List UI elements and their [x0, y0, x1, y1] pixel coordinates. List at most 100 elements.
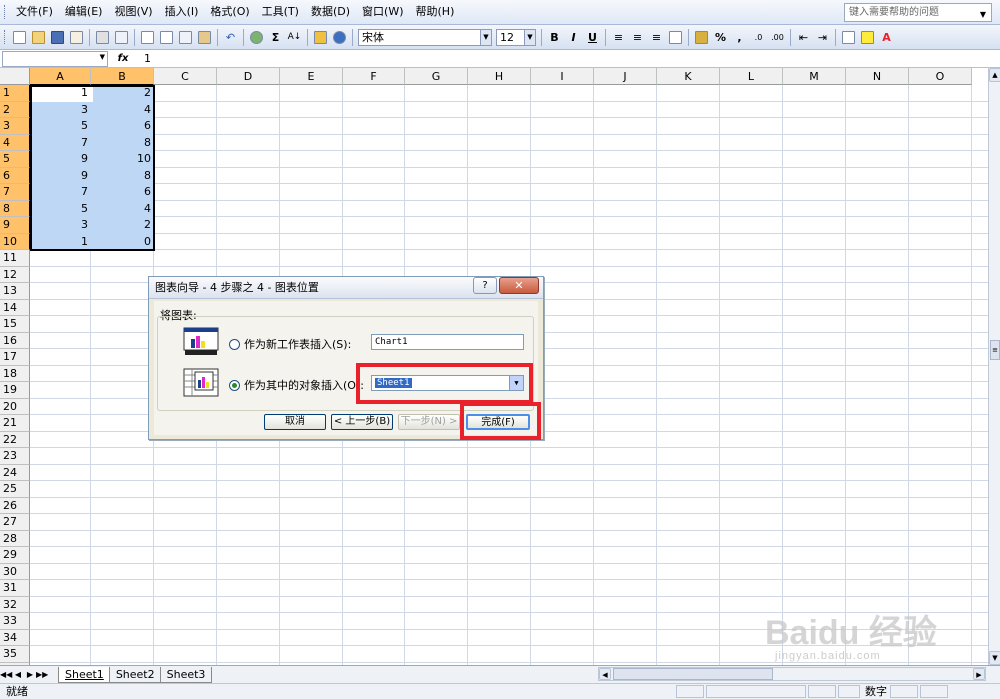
- row-header[interactable]: 26: [0, 497, 30, 514]
- copy-icon[interactable]: [177, 29, 194, 46]
- align-center-icon[interactable]: ≡: [629, 29, 646, 46]
- row-header[interactable]: 29: [0, 547, 30, 564]
- chevron-down-icon[interactable]: ▼: [100, 53, 105, 61]
- percent-button[interactable]: %: [712, 29, 729, 46]
- dialog-close-button[interactable]: ✕: [499, 277, 539, 294]
- help-icon[interactable]: [331, 29, 348, 46]
- bold-button[interactable]: B: [546, 29, 563, 46]
- borders-icon[interactable]: [840, 29, 857, 46]
- row-header[interactable]: 23: [0, 448, 30, 465]
- permission-icon[interactable]: [68, 29, 85, 46]
- menu-window[interactable]: 窗口(W): [356, 2, 409, 22]
- font-name-select[interactable]: 宋体 ▼: [358, 28, 492, 46]
- row-header[interactable]: 20: [0, 398, 30, 415]
- font-size-select[interactable]: 12 ▼: [496, 28, 536, 46]
- hyperlink-icon[interactable]: [248, 29, 265, 46]
- tab-sheet1[interactable]: Sheet1: [58, 666, 111, 683]
- option-object-label[interactable]: 作为其中的对象插入(O):: [244, 377, 364, 393]
- print-icon[interactable]: [94, 29, 111, 46]
- row-header[interactable]: 9: [0, 217, 30, 234]
- underline-button[interactable]: U: [584, 29, 601, 46]
- table-cell[interactable]: 8: [91, 135, 154, 151]
- row-header[interactable]: 4: [0, 134, 30, 151]
- row-header[interactable]: 27: [0, 514, 30, 531]
- new-sheet-name-input[interactable]: Chart1: [371, 334, 524, 350]
- table-cell[interactable]: 5: [30, 118, 91, 134]
- undo-icon[interactable]: ↶: [222, 29, 239, 46]
- decrease-decimal-icon[interactable]: .00: [769, 29, 786, 46]
- row-header[interactable]: 35: [0, 646, 30, 663]
- row-header[interactable]: 17: [0, 349, 30, 366]
- row-header[interactable]: 8: [0, 200, 30, 217]
- tab-sheet2[interactable]: Sheet2: [108, 666, 162, 683]
- menu-insert[interactable]: 插入(I): [159, 2, 205, 22]
- column-header[interactable]: A: [30, 68, 91, 85]
- vertical-scrollbar[interactable]: ▲ ≡ ▼: [988, 68, 1000, 665]
- row-header[interactable]: 19: [0, 382, 30, 399]
- paste-icon[interactable]: [196, 29, 213, 46]
- row-header[interactable]: 18: [0, 365, 30, 382]
- first-sheet-icon[interactable]: ◀◀: [0, 670, 12, 679]
- new-file-icon[interactable]: [11, 29, 28, 46]
- table-cell[interactable]: 1: [30, 85, 91, 101]
- column-header[interactable]: J: [594, 68, 657, 85]
- column-header[interactable]: K: [657, 68, 720, 85]
- font-color-icon[interactable]: A: [878, 29, 895, 46]
- merge-center-icon[interactable]: [667, 29, 684, 46]
- row-header[interactable]: 10: [0, 233, 30, 250]
- scroll-thumb[interactable]: ≡: [990, 340, 1000, 360]
- table-cell[interactable]: 4: [91, 102, 154, 118]
- table-cell[interactable]: 7: [30, 184, 91, 200]
- tab-sheet3[interactable]: Sheet3: [159, 666, 213, 683]
- column-header[interactable]: D: [217, 68, 280, 85]
- column-header[interactable]: F: [343, 68, 405, 85]
- table-cell[interactable]: 7: [30, 135, 91, 151]
- column-header[interactable]: M: [783, 68, 846, 85]
- table-cell[interactable]: 9: [30, 151, 91, 167]
- increase-indent-icon[interactable]: ⇥: [814, 29, 831, 46]
- row-header[interactable]: 32: [0, 596, 30, 613]
- row-header[interactable]: 3: [0, 118, 30, 135]
- row-header[interactable]: 25: [0, 481, 30, 498]
- align-left-icon[interactable]: ≡: [610, 29, 627, 46]
- column-header[interactable]: B: [91, 68, 154, 85]
- menu-edit[interactable]: 编辑(E): [59, 2, 109, 22]
- scroll-down-icon[interactable]: ▼: [989, 651, 1000, 665]
- row-header[interactable]: 15: [0, 316, 30, 333]
- formula-input[interactable]: 1: [138, 52, 151, 65]
- table-cell[interactable]: 8: [91, 168, 154, 184]
- spelling-icon[interactable]: [139, 29, 156, 46]
- row-header[interactable]: 28: [0, 530, 30, 547]
- column-header[interactable]: H: [468, 68, 531, 85]
- scroll-right-icon[interactable]: ▶: [973, 668, 985, 680]
- row-header[interactable]: 34: [0, 629, 30, 646]
- horizontal-scrollbar[interactable]: ◀ ▶: [598, 667, 986, 681]
- cancel-button[interactable]: 取消: [264, 414, 326, 430]
- chevron-down-icon[interactable]: ▼: [480, 29, 491, 45]
- row-header[interactable]: 24: [0, 464, 30, 481]
- dialog-help-button[interactable]: ?: [473, 277, 497, 294]
- row-header[interactable]: 21: [0, 415, 30, 432]
- comma-button[interactable]: ,: [731, 29, 748, 46]
- toolbar-grip[interactable]: [4, 30, 7, 44]
- row-header[interactable]: 5: [0, 151, 30, 168]
- column-header[interactable]: O: [909, 68, 972, 85]
- decrease-indent-icon[interactable]: ⇤: [795, 29, 812, 46]
- scroll-up-icon[interactable]: ▲: [989, 68, 1000, 82]
- row-header[interactable]: 14: [0, 299, 30, 316]
- menu-data[interactable]: 数据(D): [305, 2, 356, 22]
- column-header[interactable]: N: [846, 68, 909, 85]
- table-cell[interactable]: 4: [91, 201, 154, 217]
- option-new-sheet-radio[interactable]: [229, 339, 240, 350]
- chevron-down-icon[interactable]: ▼: [977, 6, 989, 19]
- back-button[interactable]: < 上一步(B): [331, 414, 393, 430]
- table-cell[interactable]: 0: [91, 234, 154, 250]
- chevron-down-icon[interactable]: ▼: [524, 29, 535, 45]
- hscroll-thumb[interactable]: [613, 668, 773, 680]
- increase-decimal-icon[interactable]: .0: [750, 29, 767, 46]
- open-folder-icon[interactable]: [30, 29, 47, 46]
- cut-icon[interactable]: [158, 29, 175, 46]
- table-cell[interactable]: 2: [91, 85, 154, 101]
- scroll-left-icon[interactable]: ◀: [599, 668, 611, 680]
- table-cell[interactable]: 3: [30, 217, 91, 233]
